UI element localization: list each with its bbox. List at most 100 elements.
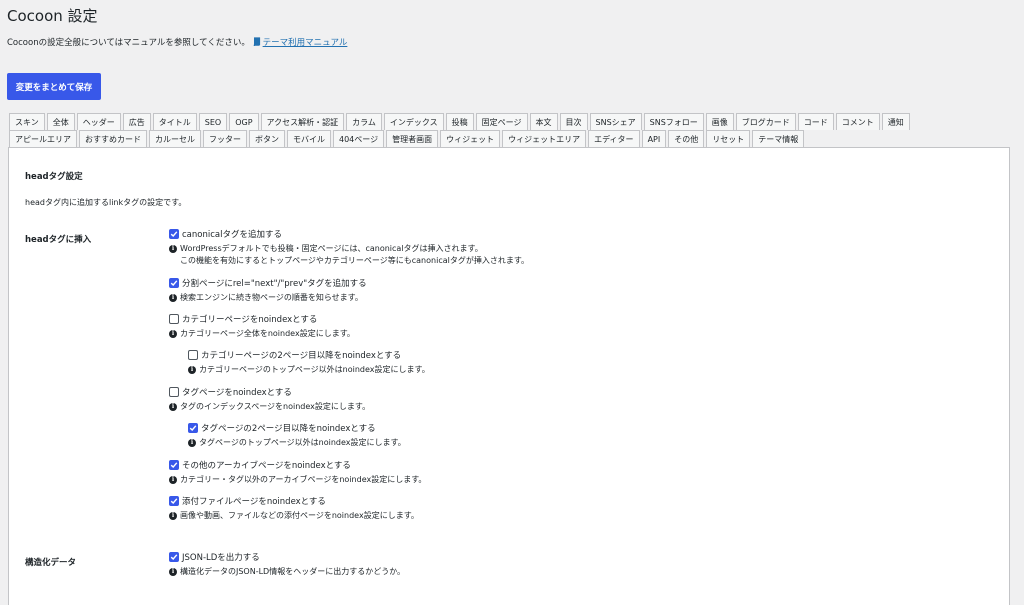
canonical-note-text: WordPressデフォルトでも投稿・固定ページには、canonicalタグは挿… [180,244,530,265]
tabs-row-2: アピールエリア おすすめカード カルーセル フッター ボタン モバイル 404ページ 管理者画… [9,130,805,147]
tab-tabs_row1-9[interactable]: インデックス [383,113,444,130]
json-ld-checkbox-row[interactable]: JSON-LDを出力する [169,551,405,563]
tab-tabs_row1-18[interactable]: コード [797,113,834,130]
info-icon: i [188,366,196,374]
checkmark-icon [170,554,178,561]
tab-tabs_row1-19[interactable]: コメント [835,113,880,130]
category-page2-checkbox[interactable] [188,350,198,360]
json-ld-label: JSON-LDを出力する [182,553,260,563]
category-noindex-note: i カテゴリーページ全体をnoindex設定にします。 [169,328,355,340]
tab-tabs_row1-13[interactable]: 目次 [559,113,588,130]
tag-page2-checkbox[interactable] [188,423,198,433]
tab-tabs_row1-15[interactable]: SNSフォロー [643,113,704,130]
tab-tabs_row2-13[interactable]: リセット [706,130,751,147]
tab-tabs_row2-8[interactable]: ウィジェット [440,130,501,147]
tab-tabs_row2-9[interactable]: ウィジェットエリア [502,130,587,147]
tab-tabs_row2-1[interactable]: おすすめカード [79,130,147,147]
manual-link-label: テーマ利用マニュアル [262,38,348,48]
json-ld-note: i 構造化データのJSON-LD情報をヘッダーに出力するかどうか。 [169,566,405,578]
tab-tabs_row2-6[interactable]: 404ページ [333,130,385,147]
tag-page2-note: i タグページのトップページ以外はnoindex設定にします。 [188,437,406,449]
tag-noindex-checkbox[interactable] [169,387,179,397]
tab-tabs_row1-17[interactable]: ブログカード [735,113,796,130]
checkmark-icon [170,462,178,469]
tab-tabs_row1-2[interactable]: ヘッダー [76,113,121,130]
option-category-page2-noindex: カテゴリーページの2ページ目以降をnoindexとする i カテゴリーページのト… [188,349,430,376]
tab-tabs_row1-12[interactable]: 本文 [529,113,558,130]
tab-tabs_row1-6[interactable]: OGP [229,113,259,130]
other-archive-checkbox-row[interactable]: その他のアーカイブページをnoindexとする [169,459,426,471]
save-all-button[interactable]: 変更をまとめて保存 [7,73,101,100]
other-archive-label: その他のアーカイブページをnoindexとする [182,461,351,471]
tab-tabs_row2-3[interactable]: フッター [203,130,247,147]
info-icon: i [188,439,196,447]
tab-tabs_row2-14[interactable]: テーマ情報 [752,130,805,147]
prev-next-checkbox[interactable] [169,278,179,288]
tab-tabs_row1-1[interactable]: 全体 [46,113,75,130]
info-icon: i [169,512,177,520]
checkmark-icon [170,231,178,238]
canonical-checkbox[interactable] [169,229,179,239]
checkmark-icon [189,425,197,432]
tabs-row-1: スキン 全体 ヘッダー 広告 タイトル SEO OGP アクセス解析・認証 カラム インデックス投… [9,113,910,130]
tab-tabs_row2-5[interactable]: モバイル [287,130,331,147]
category-noindex-checkbox-row[interactable]: カテゴリーページをnoindexとする [169,313,355,325]
tag-noindex-checkbox-row[interactable]: タグページをnoindexとする [169,386,370,398]
category-page2-note-text: カテゴリーページのトップページ以外はnoindex設定にします。 [199,365,430,374]
option-category-noindex: カテゴリーページをnoindexとする i カテゴリーページ全体をnoindex… [169,313,355,340]
intro-sentence: Cocoonの設定全般についてはマニュアルを参照してください。 [7,38,250,48]
canonical-label: canonicalタグを追加する [182,230,282,240]
canonical-checkbox-row[interactable]: canonicalタグを追加する [169,228,529,240]
page-title: Cocoon 設定 [7,7,98,25]
manual-link[interactable]: テーマ利用マニュアル [253,37,348,48]
section-title: headタグ設定 [25,172,83,182]
tab-tabs_row1-10[interactable]: 投稿 [445,113,474,130]
info-icon: i [169,403,177,411]
tag-page2-note-text: タグページのトップページ以外はnoindex設定にします。 [199,438,406,447]
tab-tabs_row1-14[interactable]: SNSシェア [589,113,642,130]
tab-tabs_row2-11[interactable]: API [641,130,667,147]
prev-next-note: i 検索エンジンに続き物ページの順番を知らせます。 [169,292,367,304]
tab-tabs_row1-3[interactable]: 広告 [122,113,151,130]
canonical-note: i WordPressデフォルトでも投稿・固定ページには、canonicalタグ… [169,243,529,267]
tab-tabs_row2-12[interactable]: その他 [668,130,705,147]
settings-panel: headタグ設定 headタグ内に追加するlinkタグの設定です。 headタグ… [8,147,1010,605]
tab-tabs_row1-4[interactable]: タイトル [152,113,197,130]
tab-tabs_row1-0[interactable]: スキン [9,113,45,130]
prev-next-label: 分割ページにrel="next"/"prev"タグを追加する [182,279,367,289]
category-noindex-checkbox[interactable] [169,314,179,324]
tab-tabs_row2-4[interactable]: ボタン [249,130,285,147]
tab-tabs_row2-7[interactable]: 管理者画面 [386,130,439,147]
category-noindex-label: カテゴリーページをnoindexとする [182,315,318,325]
other-archive-note: i カテゴリー・タグ以外のアーカイブページをnoindex設定にします。 [169,474,426,486]
category-page2-note: i カテゴリーページのトップページ以外はnoindex設定にします。 [188,364,430,376]
tab-tabs_row2-10[interactable]: エディター [588,130,640,147]
prev-next-checkbox-row[interactable]: 分割ページにrel="next"/"prev"タグを追加する [169,277,367,289]
checkmark-icon [170,498,178,505]
category-page2-checkbox-row[interactable]: カテゴリーページの2ページ目以降をnoindexとする [188,349,430,361]
tab-tabs_row1-11[interactable]: 固定ページ [475,113,528,130]
info-icon: i [169,568,177,576]
intro-text: Cocoonの設定全般についてはマニュアルを参照してください。 テーマ利用マニュ… [7,36,347,48]
tab-tabs_row2-2[interactable]: カルーセル [149,130,201,147]
tag-page2-checkbox-row[interactable]: タグページの2ページ目以降をnoindexとする [188,422,406,434]
structured-data-label: 構造化データ [25,558,77,568]
tab-tabs_row1-16[interactable]: 画像 [705,113,734,130]
tab-tabs_row2-0[interactable]: アピールエリア [9,130,77,147]
attachment-checkbox[interactable] [169,496,179,506]
other-archive-note-text: カテゴリー・タグ以外のアーカイブページをnoindex設定にします。 [180,475,427,484]
json-ld-checkbox[interactable] [169,552,179,562]
tag-noindex-label: タグページをnoindexとする [182,388,292,398]
other-archive-checkbox[interactable] [169,460,179,470]
tab-tabs_row1-5[interactable]: SEO [198,113,228,130]
info-icon: i [169,245,177,253]
option-json-ld: JSON-LDを出力する i 構造化データのJSON-LD情報をヘッダーに出力す… [169,551,405,578]
tag-noindex-note-text: タグのインデックスページをnoindex設定にします。 [180,402,371,411]
tab-tabs_row1-20[interactable]: 通知 [881,113,910,130]
checkmark-icon [170,280,178,287]
head-insert-label: headタグに挿入 [25,235,92,245]
tab-tabs_row1-8[interactable]: カラム [346,113,382,130]
info-icon: i [169,330,177,338]
tab-tabs_row1-7[interactable]: アクセス解析・認証 [260,113,345,130]
attachment-checkbox-row[interactable]: 添付ファイルページをnoindexとする [169,495,419,507]
